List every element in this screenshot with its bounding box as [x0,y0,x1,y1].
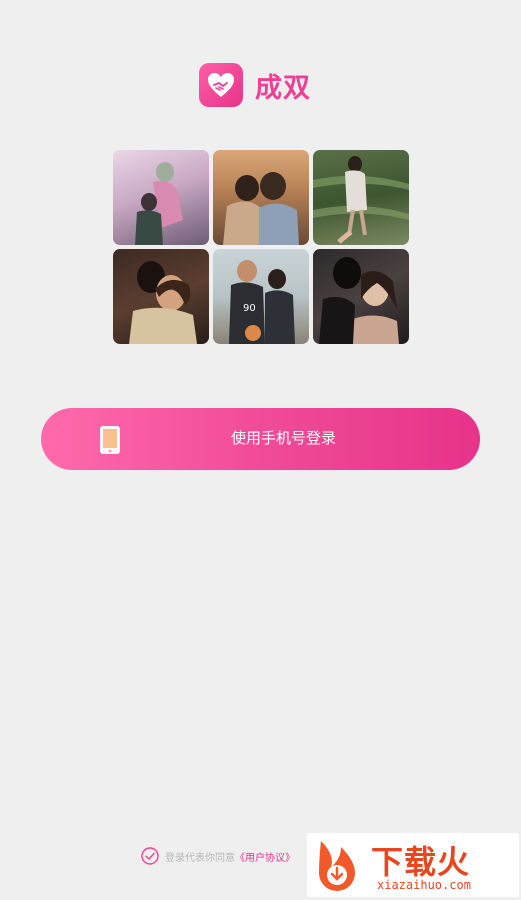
couple-photo-5: 90 [213,249,309,344]
check-circle-icon[interactable] [141,847,159,865]
couple-photo-1 [113,150,209,245]
app-name: 成双 [255,72,311,104]
couple-photo-4 [113,249,209,344]
phone-login-button[interactable]: 使用手机号登录 [41,408,480,470]
heart-handshake-icon [199,63,243,107]
couple-photo-2 [213,150,309,245]
watermark-url: xiazaihuo.com [377,878,471,892]
flame-icon [311,837,367,897]
phone-login-label: 使用手机号登录 [230,430,336,447]
agreement-text: 登录代表你同意 [165,852,235,864]
couple-photo-3 [313,150,409,245]
watermark-title: 下载火 [371,843,471,881]
photo-grid: 90 [113,150,409,344]
couple-photo-6 [313,249,409,344]
agreement-row: 登录代表你同意 《用户协议》 [141,846,295,866]
user-agreement-link[interactable]: 《用户协议》 [235,849,295,864]
app-logo: 成双 [199,63,311,107]
svg-text:90: 90 [243,303,256,314]
watermark-logo: 下载火 xiazaihuo.com [307,833,519,897]
